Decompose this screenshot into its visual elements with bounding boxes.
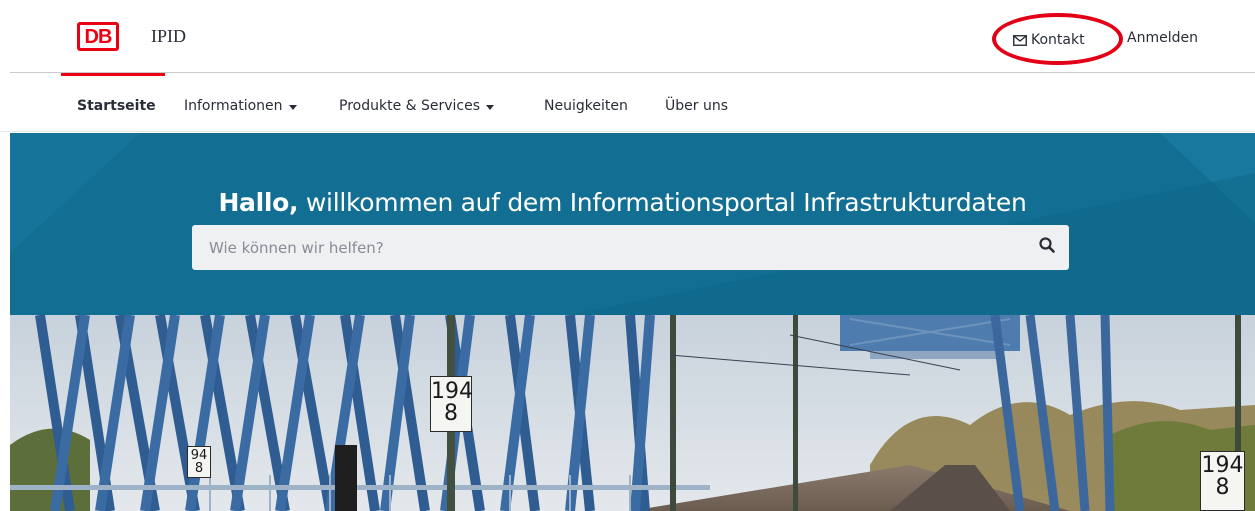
hero-greeting: Hallo,	[218, 188, 299, 217]
contact-link[interactable]: Kontakt	[1013, 30, 1085, 50]
login-link[interactable]: Anmelden	[1127, 30, 1198, 46]
header-divider	[10, 72, 1255, 73]
kilometer-sign-bottom: 8	[194, 461, 204, 476]
db-logo[interactable]: DB	[77, 22, 119, 51]
nav-item-label: Über uns	[665, 98, 728, 114]
kilometer-sign-bottom: 8	[444, 401, 458, 426]
kilometer-sign: 194 8	[1200, 451, 1245, 511]
railway-bridge-image	[10, 315, 1255, 511]
envelope-icon	[1013, 34, 1027, 46]
nav-item-produkte-services[interactable]: Produkte & Services	[339, 98, 495, 114]
nav-item-label: Neuigkeiten	[544, 98, 628, 114]
caret-down-icon	[288, 104, 297, 110]
main-navigation: Startseite Informationen Produkte & Serv…	[0, 76, 1255, 132]
search-input[interactable]	[192, 225, 1025, 270]
hero-banner: Hallo, willkommen auf dem Informationspo…	[10, 133, 1255, 315]
db-logo-text: DB	[84, 25, 113, 48]
caret-down-icon	[486, 104, 495, 110]
nav-item-label: Informationen	[184, 98, 283, 114]
hero-title: Hallo, willkommen auf dem Informationspo…	[10, 188, 1235, 217]
kilometer-sign-top: 194	[1201, 453, 1244, 478]
nav-item-label: Startseite	[77, 98, 156, 114]
nav-item-neuigkeiten[interactable]: Neuigkeiten	[544, 98, 628, 114]
search-box	[192, 225, 1069, 270]
kilometer-sign-bottom: 8	[1215, 475, 1230, 500]
top-header: DB IPID Kontakt Anmelden	[0, 0, 1255, 76]
hero-photo-railway-bridge: 194 8 94 8 194 8	[10, 315, 1255, 511]
kilometer-sign: 94 8	[187, 446, 211, 478]
nav-item-label: Produkte & Services	[339, 98, 481, 114]
nav-item-ueber-uns[interactable]: Über uns	[665, 98, 728, 114]
search-icon	[1039, 237, 1055, 258]
app-title[interactable]: IPID	[151, 26, 186, 47]
search-button[interactable]	[1025, 225, 1069, 270]
hero-title-text: willkommen auf dem Informationsportal In…	[298, 188, 1027, 217]
contact-label: Kontakt	[1031, 32, 1085, 48]
kilometer-sign-top: 194	[431, 379, 473, 404]
nav-item-startseite[interactable]: Startseite	[77, 98, 156, 114]
nav-item-informationen[interactable]: Informationen	[184, 98, 297, 114]
hero-background-shapes	[10, 133, 1255, 315]
kilometer-sign: 194 8	[430, 376, 473, 432]
